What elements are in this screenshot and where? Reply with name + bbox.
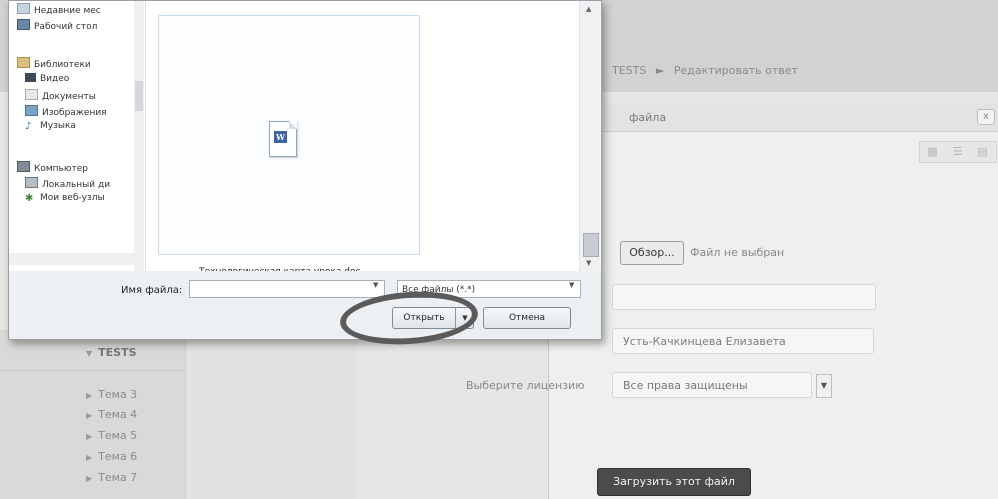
breadcrumb-tests[interactable]: TESTS	[612, 64, 646, 77]
chevron-down-icon[interactable]: ▼	[373, 281, 378, 289]
file-list-scrollbar[interactable]: ▲ ▼	[579, 1, 600, 271]
video-icon	[25, 73, 36, 82]
filename-label: Имя файла:	[121, 285, 183, 296]
nav-desktop[interactable]: Рабочий стол	[17, 19, 97, 32]
scroll-up-icon[interactable]: ▲	[586, 5, 591, 13]
file-list-pane: W Технологическая карта урока.doc ▲ ▼	[146, 1, 600, 277]
music-icon: ♪	[25, 121, 32, 132]
nav-music[interactable]: ♪ Музыка	[25, 121, 76, 132]
sidebar-item-tema-6[interactable]: ▶ Тема 6	[86, 450, 137, 463]
modal-header: файла x	[549, 103, 998, 132]
nav-scrollbar[interactable]	[134, 1, 144, 271]
filename-input[interactable]	[189, 280, 385, 298]
author-field[interactable]: Усть-Качкинцева Елизавета	[612, 328, 874, 354]
nav-scroll-thumb[interactable]	[135, 81, 143, 111]
libraries-icon	[17, 57, 30, 68]
nav-computer[interactable]: Компьютер	[17, 161, 88, 174]
breadcrumb-edit-answer: Редактировать ответ	[673, 64, 798, 77]
nav-pictures[interactable]: Изображения	[25, 105, 107, 118]
word-document-icon: W	[269, 121, 297, 157]
collapse-triangle-icon: ▶	[86, 453, 93, 462]
grid-view-icon[interactable]: ▦	[920, 142, 945, 162]
license-label: Выберите лицензию	[466, 379, 585, 392]
file-item[interactable]: W Технологическая карта урока.doc	[158, 15, 420, 277]
content-column	[185, 330, 356, 499]
scroll-down-icon[interactable]: ▼	[586, 259, 591, 267]
breadcrumb: TESTS ► Редактировать ответ	[612, 64, 804, 77]
documents-icon	[25, 89, 38, 100]
sidebar-item-tema-3[interactable]: ▶ Тема 3	[86, 388, 137, 401]
nav-video[interactable]: Видео	[25, 73, 69, 84]
chevron-down-icon[interactable]: ▼	[816, 374, 832, 398]
license-select[interactable]: Все права защищены	[612, 372, 812, 398]
modal-title: файла	[629, 111, 667, 124]
sidebar-item-tema-5[interactable]: ▶ Тема 5	[86, 429, 137, 442]
collapse-triangle-icon: ▶	[86, 474, 93, 483]
nav-horizontal-scrollbar[interactable]	[9, 253, 134, 265]
save-as-field[interactable]	[612, 284, 876, 310]
web-nodes-icon: ✱	[25, 193, 34, 204]
expand-triangle-icon: ▼	[86, 349, 93, 358]
pictures-icon	[25, 105, 38, 116]
desktop-icon	[17, 19, 30, 30]
nav-recent-places[interactable]: Недавние мес	[17, 3, 101, 16]
file-list-scroll-thumb[interactable]	[583, 233, 599, 257]
collapse-triangle-icon: ▶	[86, 432, 93, 441]
open-file-dialog: Недавние мес Рабочий стол Библиотеки Вид…	[8, 0, 602, 340]
upload-file-button[interactable]: Загрузить этот файл	[597, 468, 751, 496]
sidebar-divider	[0, 370, 185, 371]
local-disk-icon	[25, 177, 38, 188]
nav-documents[interactable]: Документы	[25, 89, 96, 102]
breadcrumb-separator: ►	[655, 64, 665, 77]
list-view-icon[interactable]: ☰	[945, 142, 970, 162]
cancel-button[interactable]: Отмена	[483, 307, 571, 329]
no-file-label: Файл не выбран	[690, 246, 785, 259]
close-icon[interactable]: x	[977, 109, 995, 125]
navigation-pane: Недавние мес Рабочий стол Библиотеки Вид…	[9, 1, 146, 271]
view-mode-buttons: ▦ ☰ ▤	[919, 141, 997, 163]
course-sidebar: ▼ TESTS ▶ Тема 3 ▶ Тема 4 ▶ Тема 5 ▶ Тема 6 ▶…	[0, 330, 185, 499]
sidebar-item-tema-4[interactable]: ▶ Тема 4	[86, 408, 137, 421]
nav-local-disk[interactable]: Локальный ди	[25, 177, 110, 190]
recent-places-icon	[17, 3, 30, 14]
sidebar-item-tema-7[interactable]: ▶ Тема 7	[86, 471, 137, 484]
collapse-triangle-icon: ▶	[86, 411, 93, 420]
computer-icon	[17, 161, 30, 172]
dialog-footer: Имя файла: ▼ Все файлы (*.*) ▼ Открыть ▼…	[9, 271, 601, 339]
collapse-triangle-icon: ▶	[86, 391, 93, 400]
nav-web-nodes[interactable]: ✱ Мои веб-узлы	[25, 193, 105, 204]
chevron-down-icon[interactable]: ▼	[569, 281, 574, 289]
nav-libraries[interactable]: Библиотеки	[17, 57, 91, 70]
tree-view-icon[interactable]: ▤	[970, 142, 995, 162]
sidebar-section-tests[interactable]: ▼ TESTS	[86, 346, 137, 359]
browse-button[interactable]: Обзор...	[620, 241, 684, 265]
